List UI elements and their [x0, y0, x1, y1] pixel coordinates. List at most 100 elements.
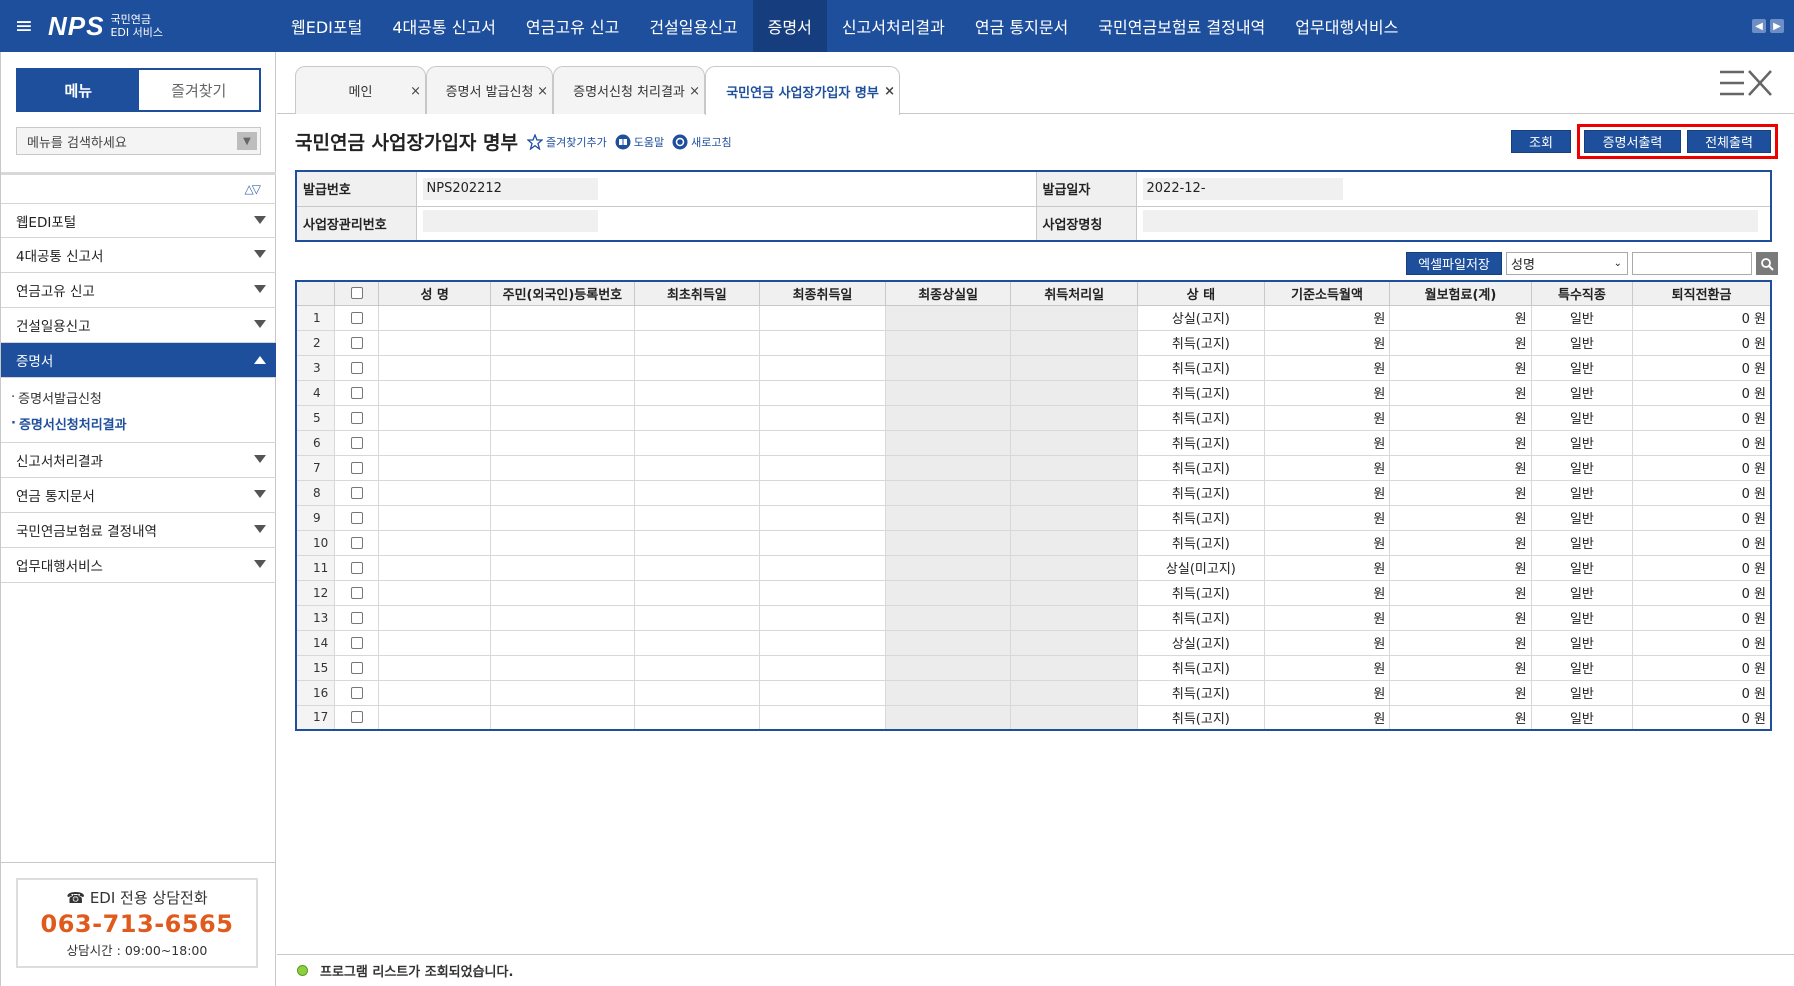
table-row[interactable]: 7 취득(고지) 원 원 일반 0 원: [295, 454, 1772, 481]
row-checkbox[interactable]: [350, 386, 363, 399]
page-tab-cert-request[interactable]: 증명서 발급신청 ×: [426, 66, 553, 114]
top-nav-item[interactable]: 신고서처리결과: [827, 0, 960, 52]
sidebar-item[interactable]: 증명서: [1, 343, 276, 378]
row-checkbox[interactable]: [350, 436, 363, 449]
row-checkbox[interactable]: [350, 611, 363, 624]
nav-next-icon[interactable]: ▶: [1770, 19, 1784, 33]
page-tab-member-list[interactable]: 국민연금 사업장가입자 명부 ×: [705, 66, 900, 115]
close-tab-icon[interactable]: ×: [884, 84, 895, 99]
table-row[interactable]: 16 취득(고지) 원 원 일반 0 원: [295, 679, 1772, 706]
table-row[interactable]: 10 취득(고지) 원 원 일반 0 원: [295, 529, 1772, 556]
status-cell: 상실(고지): [1137, 629, 1265, 656]
top-nav-item[interactable]: 웹EDI포털: [276, 0, 377, 52]
top-nav-item[interactable]: 연금 통지문서: [960, 0, 1083, 52]
row-checkbox[interactable]: [350, 511, 363, 524]
row-checkbox[interactable]: [350, 711, 363, 724]
premium-cell: 원: [1389, 704, 1532, 731]
select-all-checkbox[interactable]: [350, 287, 363, 300]
close-tab-icon[interactable]: ×: [410, 84, 421, 99]
base-income-cell: 원: [1263, 554, 1391, 581]
tab-menu[interactable]: 메뉴: [18, 70, 139, 110]
grid-header-cell[interactable]: [334, 280, 380, 306]
premium-cell: 원: [1389, 554, 1532, 581]
close-all-tabs-icon[interactable]: [1718, 68, 1774, 98]
close-tab-icon[interactable]: ×: [689, 84, 700, 99]
sidebar-item[interactable]: 연금 통지문서: [1, 478, 276, 513]
table-row[interactable]: 11 상실(미고지) 원 원 일반 0 원: [295, 554, 1772, 581]
table-row[interactable]: 9 취득(고지) 원 원 일반 0 원: [295, 504, 1772, 531]
top-nav-item[interactable]: 연금고유 신고: [511, 0, 634, 52]
top-nav-item[interactable]: 건설일용신고: [634, 0, 752, 52]
sidebar-item[interactable]: 연금고유 신고: [1, 273, 276, 308]
title-links: 즐겨찾기추가 도움말 새로고침: [527, 134, 732, 150]
table-row[interactable]: 1 상실(고지) 원 원 일반 0 원: [295, 304, 1772, 331]
row-number: 5: [295, 404, 336, 431]
first-acq-date-cell: [633, 579, 761, 606]
table-row[interactable]: 14 상실(고지) 원 원 일반 0 원: [295, 629, 1772, 656]
grid-header-cell: 퇴직전환금: [1632, 280, 1772, 306]
search-field-select[interactable]: 성명 ⌄: [1506, 252, 1628, 275]
row-checkbox[interactable]: [350, 361, 363, 374]
print-all-button[interactable]: 전체출력: [1687, 130, 1771, 153]
row-checkbox[interactable]: [350, 486, 363, 499]
row-checkbox[interactable]: [350, 311, 363, 324]
row-checkbox[interactable]: [350, 686, 363, 699]
special-job-cell: 일반: [1530, 479, 1634, 506]
row-checkbox[interactable]: [350, 561, 363, 574]
excel-save-button[interactable]: 엑셀파일저장: [1406, 252, 1502, 275]
table-row[interactable]: 17 취득(고지) 원 원 일반 0 원: [295, 704, 1772, 731]
row-checkbox[interactable]: [350, 661, 363, 674]
table-row[interactable]: 2 취득(고지) 원 원 일반 0 원: [295, 329, 1772, 356]
logo[interactable]: NPS 국민연금 EDI 서비스: [48, 0, 276, 52]
search-icon[interactable]: [1756, 252, 1778, 275]
nav-prev-icon[interactable]: ◀: [1752, 19, 1766, 33]
last-loss-date-cell: [884, 329, 1012, 356]
sidebar-subitem[interactable]: 증명서발급신청: [11, 384, 276, 410]
sidebar-item[interactable]: 건설일용신고: [1, 308, 276, 343]
sidebar-subitem[interactable]: 증명서신청처리결과: [11, 410, 276, 436]
sidebar-item[interactable]: 신고서처리결과: [1, 443, 276, 478]
page-tab-cert-result[interactable]: 증명서신청 처리결과 ×: [553, 66, 705, 114]
menu-search-select[interactable]: 메뉴를 검색하세요 ▼: [16, 127, 261, 155]
top-nav-item[interactable]: 업무대행서비스: [1280, 0, 1413, 52]
row-checkbox[interactable]: [350, 536, 363, 549]
row-checkbox[interactable]: [350, 411, 363, 424]
table-row[interactable]: 8 취득(고지) 원 원 일반 0 원: [295, 479, 1772, 506]
tab-favorites[interactable]: 즐겨찾기: [138, 70, 259, 110]
table-row[interactable]: 6 취득(고지) 원 원 일반 0 원: [295, 429, 1772, 456]
issue-date-value: 2022-12-: [1142, 177, 1343, 200]
collapse-expand-icon[interactable]: △▽: [245, 182, 262, 196]
top-nav-item[interactable]: 국민연금보험료 결정내역: [1083, 0, 1280, 52]
table-row[interactable]: 13 취득(고지) 원 원 일반 0 원: [295, 604, 1772, 631]
page-tab-main[interactable]: 메인 ×: [295, 66, 426, 114]
refresh-link[interactable]: 새로고침: [672, 134, 732, 150]
certificate-print-button[interactable]: 증명서출력: [1584, 130, 1681, 153]
table-row[interactable]: 5 취득(고지) 원 원 일반 0 원: [295, 404, 1772, 431]
rrn-cell: [490, 529, 635, 556]
query-button[interactable]: 조회: [1511, 130, 1571, 153]
row-checkbox[interactable]: [350, 586, 363, 599]
grid-search-input[interactable]: [1632, 252, 1752, 275]
last-loss-date-cell: [884, 379, 1012, 406]
help-link[interactable]: 도움말: [615, 134, 664, 150]
dropdown-arrow-icon[interactable]: ▼: [237, 132, 257, 150]
row-checkbox[interactable]: [350, 461, 363, 474]
add-favorite-link[interactable]: 즐겨찾기추가: [527, 134, 607, 150]
sidebar-item[interactable]: 업무대행서비스: [1, 548, 276, 583]
retirement-transfer-cell: 0 원: [1632, 529, 1772, 556]
table-row[interactable]: 12 취득(고지) 원 원 일반 0 원: [295, 579, 1772, 606]
row-checkbox[interactable]: [350, 336, 363, 349]
top-nav-item[interactable]: 증명서: [752, 0, 827, 52]
acq-process-date-cell: [1010, 329, 1139, 356]
sidebar-item[interactable]: 국민연금보험료 결정내역: [1, 513, 276, 548]
sidebar-item[interactable]: 4대공통 신고서: [1, 238, 276, 273]
close-tab-icon[interactable]: ×: [537, 84, 548, 99]
table-row[interactable]: 15 취득(고지) 원 원 일반 0 원: [295, 654, 1772, 681]
chevron-down-icon: [254, 285, 266, 293]
table-row[interactable]: 3 취득(고지) 원 원 일반 0 원: [295, 354, 1772, 381]
row-checkbox[interactable]: [350, 636, 363, 649]
top-nav-item[interactable]: 4대공통 신고서: [377, 0, 511, 52]
sidebar-item[interactable]: 웹EDI포털: [1, 203, 276, 238]
table-row[interactable]: 4 취득(고지) 원 원 일반 0 원: [295, 379, 1772, 406]
hamburger-menu-icon[interactable]: ≡: [0, 0, 48, 52]
